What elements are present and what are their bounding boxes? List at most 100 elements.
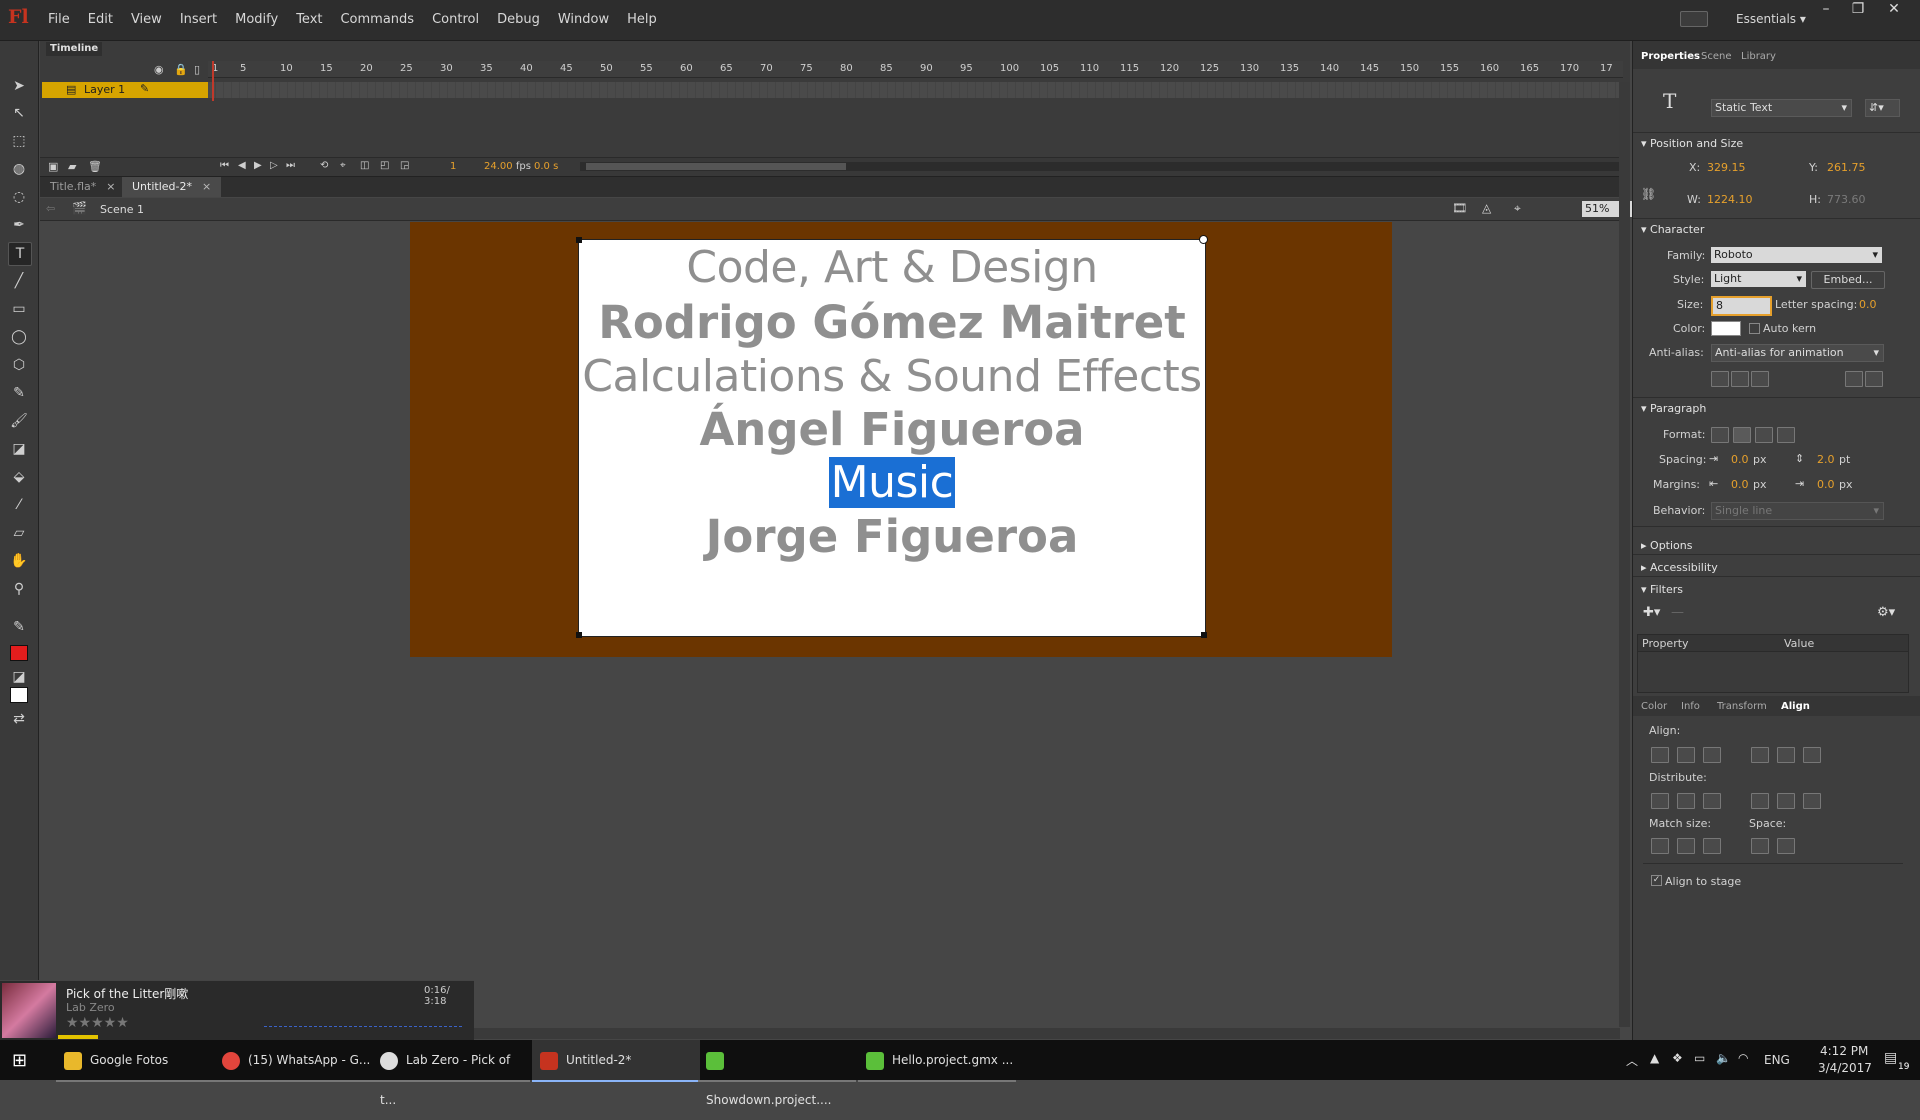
edit-multiple-icon[interactable]: ◲ — [400, 160, 409, 171]
text-orientation-select[interactable]: ⇵▾ — [1865, 99, 1900, 117]
wifi-icon[interactable]: ◠ — [1738, 1051, 1748, 1065]
timeline-tab[interactable]: Timeline — [46, 42, 103, 56]
swap-colors-icon[interactable]: ⇄ — [8, 708, 30, 730]
paint-bucket-tool-icon[interactable]: ◪ — [8, 438, 30, 460]
line-spacing-value[interactable]: 2.0 — [1817, 453, 1835, 466]
media-player-notification[interactable]: Pick of the Litter剛嗽 Lab Zero ★★★★★ 0:16… — [0, 980, 474, 1041]
timeline-hscroll-thumb[interactable] — [586, 163, 846, 170]
x-value[interactable]: 329.15 — [1707, 161, 1746, 174]
edit-symbol-icon[interactable]: ◬ — [1482, 201, 1491, 215]
center-frame-icon[interactable]: ⌖ — [340, 160, 346, 171]
y-value[interactable]: 261.75 — [1827, 161, 1866, 174]
letter-spacing-value[interactable]: 0.0 — [1859, 298, 1877, 311]
taskbar-item-hello[interactable]: Hello.project.gmx ... — [858, 1040, 1016, 1082]
frame-rate[interactable]: 24.00 fps — [484, 161, 531, 172]
align-left-edge-icon[interactable] — [1651, 747, 1669, 763]
eye-icon[interactable]: ◉ — [154, 63, 164, 76]
close-icon[interactable]: × — [106, 180, 115, 193]
tab-info[interactable]: Info — [1681, 701, 1700, 712]
credit-line-code-art-design[interactable]: Code, Art & Design — [579, 242, 1205, 293]
tab-align[interactable]: Align — [1781, 701, 1810, 712]
edit-scene-icon[interactable]: 🎞 — [1452, 201, 1467, 215]
match-height-icon[interactable] — [1677, 838, 1695, 854]
right-margin-value[interactable]: 0.0 — [1817, 478, 1835, 491]
distribute-bottom-icon[interactable] — [1703, 793, 1721, 809]
doc-tab-title[interactable]: Title.fla* × — [40, 177, 125, 197]
taskbar-item-lab-zero[interactable]: Lab Zero - Pick of t... — [372, 1040, 530, 1107]
close-button[interactable]: ✕ — [1880, 0, 1908, 18]
menu-file[interactable]: File — [48, 12, 70, 27]
text-tool-icon[interactable]: T — [8, 242, 32, 266]
doc-tab-untitled[interactable]: Untitled-2* × — [122, 177, 222, 197]
distribute-vcenter-icon[interactable] — [1677, 793, 1695, 809]
minimize-button[interactable]: – — [1812, 0, 1840, 18]
link-icon[interactable]: ⛓ — [1641, 187, 1656, 201]
line-tool-icon[interactable]: ╱ — [8, 270, 30, 292]
windows-start-icon[interactable]: ⊞ — [12, 1050, 27, 1071]
oval-tool-icon[interactable]: ◯ — [8, 326, 30, 348]
playhead[interactable] — [212, 61, 214, 101]
align-horizontal-center-icon[interactable] — [1677, 747, 1695, 763]
tray-chevron-icon[interactable]: ︿ — [1626, 1052, 1638, 1069]
resize-handle-tl[interactable] — [576, 237, 582, 243]
taskbar-item-whatsapp[interactable]: (15) WhatsApp - G... — [214, 1040, 372, 1082]
menu-window[interactable]: Window — [558, 12, 609, 27]
clock-time[interactable]: 4:12 PM — [1820, 1044, 1868, 1058]
selection-tool-icon[interactable]: ➤ — [8, 75, 30, 97]
battery-icon[interactable]: ▭ — [1694, 1051, 1705, 1065]
add-filter-icon[interactable]: ✚▾ — [1643, 605, 1660, 620]
space-horizontal-icon[interactable] — [1777, 838, 1795, 854]
action-center-icon[interactable]: ▤ — [1884, 1050, 1897, 1066]
new-folder-icon[interactable]: ▰ — [68, 160, 76, 173]
menu-debug[interactable]: Debug — [497, 12, 540, 27]
clock-date[interactable]: 3/4/2017 — [1818, 1061, 1872, 1075]
loop-icon[interactable]: ⟲ — [320, 160, 328, 171]
elapsed-time[interactable]: 0.0 s — [534, 161, 558, 172]
polystar-tool-icon[interactable]: ⬡ — [8, 354, 30, 376]
workspace-switcher[interactable]: Essentials ▾ — [1736, 12, 1806, 26]
language-indicator[interactable]: ENG — [1764, 1053, 1790, 1067]
tab-library[interactable]: Library — [1741, 51, 1776, 62]
credit-line-jorge[interactable]: Jorge Figueroa — [579, 510, 1205, 563]
anti-alias-select[interactable]: Anti-alias for animation ▾ — [1711, 344, 1884, 362]
distribute-right-icon[interactable] — [1803, 793, 1821, 809]
font-size-input[interactable]: 8 — [1711, 296, 1772, 316]
align-center-icon[interactable] — [1733, 427, 1751, 443]
filter-table-body[interactable] — [1637, 651, 1909, 693]
zoom-tool-icon[interactable]: ⚲ — [8, 578, 30, 600]
auto-kern-checkbox[interactable] — [1749, 323, 1760, 334]
ink-bottle-tool-icon[interactable]: ⬙ — [8, 466, 30, 488]
credit-line-rodrigo[interactable]: Rodrigo Gómez Maitret — [579, 296, 1205, 349]
w-value[interactable]: 1224.10 — [1707, 193, 1753, 206]
restore-button[interactable]: ❐ — [1844, 0, 1872, 18]
subselection-tool-icon[interactable]: ↖ — [8, 102, 30, 124]
lasso-tool-icon[interactable]: ◌ — [8, 186, 30, 208]
section-character[interactable]: ▾ Character — [1641, 223, 1704, 236]
menu-insert[interactable]: Insert — [180, 12, 217, 27]
distribute-left-icon[interactable] — [1751, 793, 1769, 809]
google-drive-icon[interactable]: ▲ — [1650, 1051, 1659, 1065]
filter-options-icon[interactable]: ⚙▾ — [1877, 605, 1895, 620]
align-to-stage-checkbox[interactable]: ✓ — [1651, 875, 1662, 886]
tab-properties[interactable]: Properties — [1641, 51, 1700, 62]
go-first-icon[interactable]: ⏮ — [220, 160, 229, 171]
scene-name[interactable]: Scene 1 — [100, 203, 144, 216]
stage-vscroll[interactable] — [1619, 82, 1630, 1027]
pen-tool-icon[interactable]: ✒ — [8, 214, 30, 236]
outline-icon[interactable]: ▯ — [194, 63, 200, 76]
menu-modify[interactable]: Modify — [235, 12, 278, 27]
show-border-icon[interactable] — [1751, 371, 1769, 387]
section-options[interactable]: ▸ Options — [1641, 539, 1692, 552]
justify-icon[interactable] — [1777, 427, 1795, 443]
menu-view[interactable]: View — [131, 12, 162, 27]
menu-text[interactable]: Text — [296, 12, 322, 27]
taskbar-item-google-fotos[interactable]: Google Fotos — [56, 1040, 214, 1082]
hand-tool-icon[interactable]: ✋ — [8, 550, 30, 572]
brush-tool-icon[interactable]: 🖌 — [8, 410, 30, 432]
onion-skin-icon[interactable]: ◫ — [360, 160, 369, 171]
menu-commands[interactable]: Commands — [340, 12, 414, 27]
align-top-edge-icon[interactable] — [1751, 747, 1769, 763]
rectangle-tool-icon[interactable]: ▭ — [8, 298, 30, 320]
credit-line-angel[interactable]: Ángel Figueroa — [579, 403, 1205, 456]
menu-control[interactable]: Control — [432, 12, 479, 27]
